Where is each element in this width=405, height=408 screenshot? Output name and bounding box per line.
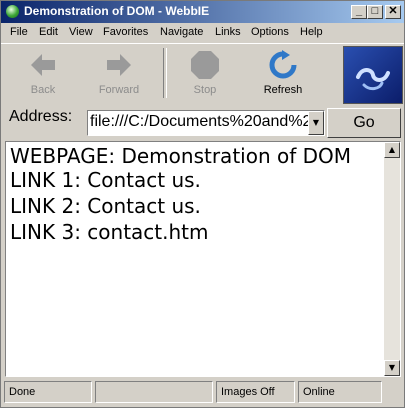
menu-bar: File Edit View Favorites Navigate Links … (1, 23, 404, 43)
content-line[interactable]: LINK 1: Contact us. (10, 168, 201, 192)
menu-edit[interactable]: Edit (39, 26, 58, 38)
back-button[interactable]: Back (13, 50, 73, 100)
logo-swirl-icon (356, 68, 390, 91)
stop-icon (191, 51, 219, 79)
scroll-up-button[interactable]: ▲ (384, 142, 400, 158)
address-label: Address: (9, 108, 73, 125)
address-bar: Address: file:///C:/Documents%20and%20Se… (1, 104, 404, 140)
status-main: Done (4, 381, 92, 403)
content-line: WEBPAGE: Demonstration of DOM (10, 144, 352, 168)
webbie-logo (343, 46, 403, 104)
refresh-icon (269, 50, 297, 79)
address-dropdown-button[interactable]: ▼ (308, 111, 324, 135)
maximize-button[interactable]: □ (367, 5, 383, 19)
stop-button[interactable]: Stop (175, 50, 235, 100)
menu-favorites[interactable]: Favorites (103, 26, 148, 38)
status-online: Online (298, 381, 382, 403)
address-input[interactable]: file:///C:/Documents%20and%20Settings ▼ (87, 110, 325, 136)
status-bar: Done Images Off Online (1, 381, 404, 405)
window-title: Demonstration of DOM - WebbIE (24, 4, 210, 18)
forward-label: Forward (98, 84, 140, 96)
refresh-label: Refresh (263, 84, 303, 96)
menu-navigate[interactable]: Navigate (160, 26, 203, 38)
go-button[interactable]: Go (327, 108, 401, 138)
address-value: file:///C:/Documents%20and%20Settings (90, 113, 324, 130)
menu-file[interactable]: File (10, 26, 28, 38)
toolbar: Back Forward Stop Refresh (1, 43, 404, 104)
menu-links[interactable]: Links (215, 26, 241, 38)
status-pane (95, 381, 213, 403)
title-bar: Demonstration of DOM - WebbIE _ □ ✕ (1, 1, 404, 23)
back-arrow-icon (31, 54, 55, 76)
vertical-scrollbar[interactable]: ▲ ▼ (384, 142, 400, 376)
close-button[interactable]: ✕ (385, 5, 401, 19)
menu-help[interactable]: Help (300, 26, 323, 38)
content-line[interactable]: LINK 3: contact.htm (10, 220, 209, 244)
browser-window: Demonstration of DOM - WebbIE _ □ ✕ File… (0, 0, 405, 408)
toolbar-separator (163, 48, 167, 98)
status-images: Images Off (216, 381, 295, 403)
forward-button[interactable]: Forward (89, 50, 149, 100)
refresh-button[interactable]: Refresh (253, 50, 313, 100)
menu-view[interactable]: View (69, 26, 93, 38)
stop-label: Stop (193, 84, 217, 96)
content-line[interactable]: LINK 2: Contact us. (10, 194, 201, 218)
forward-arrow-icon (107, 54, 131, 76)
scroll-down-button[interactable]: ▼ (384, 360, 400, 376)
back-label: Back (30, 84, 56, 96)
minimize-button[interactable]: _ (351, 5, 367, 19)
app-icon (6, 5, 19, 18)
menu-options[interactable]: Options (251, 26, 289, 38)
page-content[interactable]: WEBPAGE: Demonstration of DOM LINK 1: Co… (5, 141, 401, 377)
